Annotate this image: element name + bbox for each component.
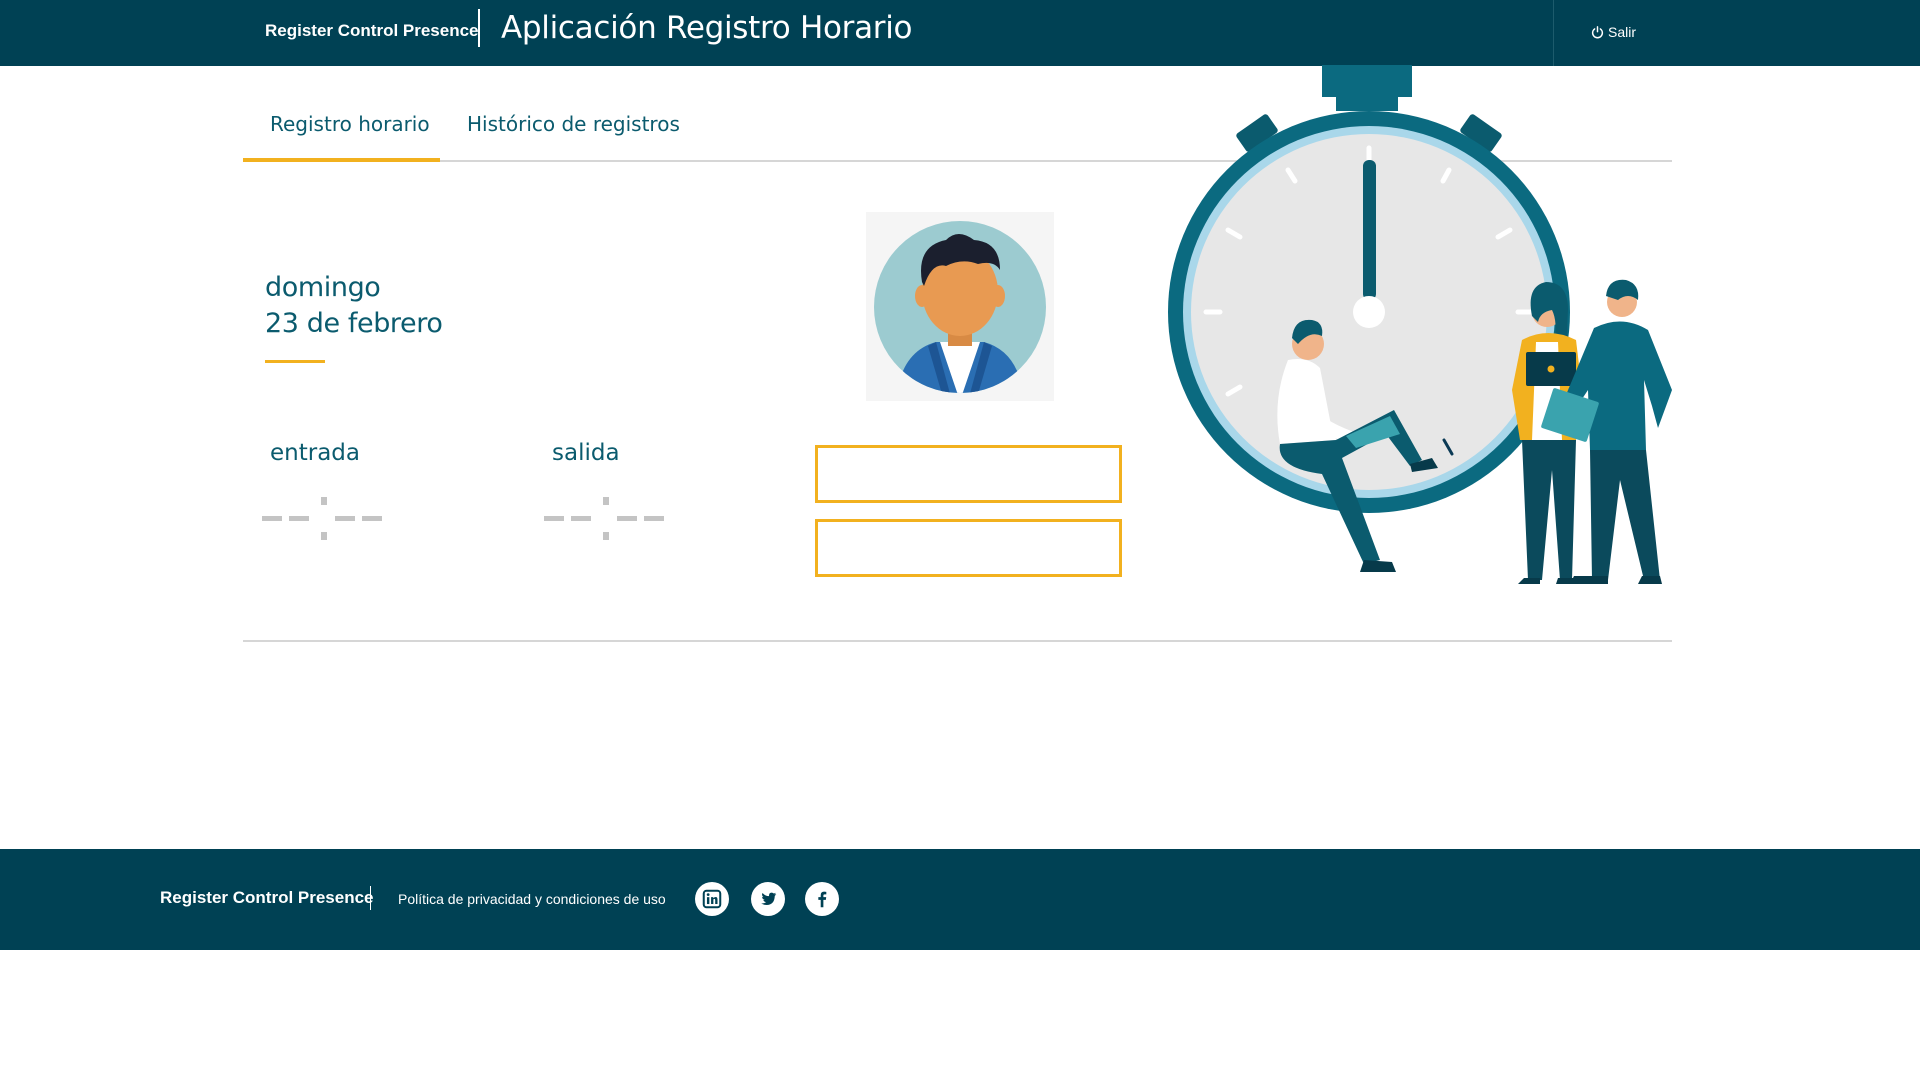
power-icon — [1591, 25, 1604, 38]
exit-time-placeholder — [544, 497, 664, 540]
footer-brand[interactable]: Register Control Presence — [160, 888, 374, 908]
register-entry-button[interactable] — [815, 445, 1122, 503]
brand-divider — [478, 9, 480, 47]
content-divider — [243, 640, 1672, 642]
user-avatar — [866, 212, 1054, 401]
entry-time-placeholder — [262, 497, 382, 540]
app-title: Aplicación Registro Horario — [501, 10, 913, 46]
logout-button[interactable]: Salir — [1591, 24, 1636, 40]
tab-historico-registros[interactable]: Histórico de registros — [467, 112, 680, 136]
active-tab-indicator — [243, 158, 440, 162]
date-underline — [265, 360, 325, 363]
twitter-button[interactable] — [751, 882, 785, 916]
entry-label: entrada — [270, 440, 360, 466]
stopwatch-illustration — [1168, 65, 1672, 584]
header-divider — [1553, 0, 1554, 66]
linkedin-button[interactable] — [695, 882, 729, 916]
tab-registro-horario[interactable]: Registro horario — [270, 112, 430, 136]
footer: Register Control Presence Política de pr… — [0, 849, 1920, 950]
twitter-icon — [761, 892, 777, 906]
register-exit-button[interactable] — [815, 519, 1122, 577]
brand-name[interactable]: Register Control Presence — [265, 21, 479, 41]
top-header: Register Control Presence Aplicación Reg… — [0, 0, 1920, 66]
facebook-icon — [818, 891, 827, 908]
facebook-button[interactable] — [805, 882, 839, 916]
exit-label: salida — [552, 440, 620, 466]
date-day-month: 23 de febrero — [265, 308, 443, 339]
logout-label: Salir — [1608, 24, 1637, 40]
date-weekday: domingo — [265, 272, 381, 303]
footer-divider — [370, 886, 371, 910]
linkedin-icon — [702, 889, 722, 909]
privacy-policy-link[interactable]: Política de privacidad y condiciones de … — [398, 891, 666, 907]
